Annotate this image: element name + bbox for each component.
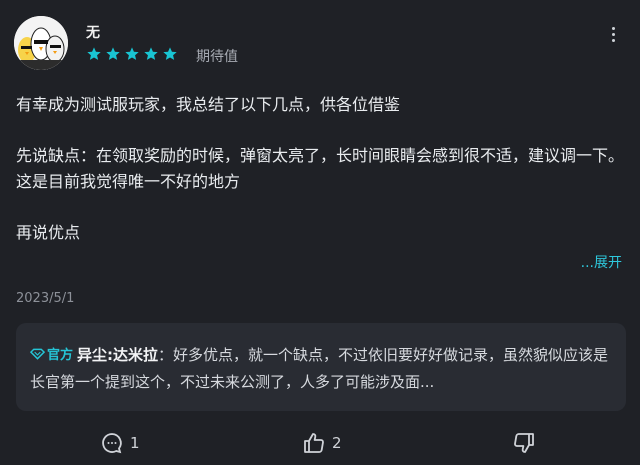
reply-separator: ： <box>158 346 174 364</box>
thumbs-up-icon <box>304 433 324 453</box>
official-reply-body: 官方 异尘:达米拉：好多优点，就一个缺点，不过依旧要好好做记录，虽然貌似应该是长官… <box>29 342 610 396</box>
rating-stars <box>86 46 178 62</box>
dislike-button[interactable] <box>512 431 536 455</box>
official-badge: 官方 <box>29 342 74 369</box>
like-button[interactable]: 2 <box>302 431 342 455</box>
thumbs-down-icon <box>514 433 534 453</box>
comment-button[interactable]: 1 <box>100 431 140 455</box>
expand-link[interactable]: ...展开 <box>581 252 622 272</box>
review-paragraph: 有幸成为测试服玩家，我总结了以下几点，供各位借鉴 <box>16 95 401 114</box>
username[interactable]: 无 <box>86 22 100 42</box>
avatar[interactable] <box>14 16 68 70</box>
star-icon <box>87 47 101 60</box>
review-paragraph: 先说缺点：在领取奖励的时候，弹窗太亮了，长时间眼睛会感到很不适，建议调一下。这是… <box>16 146 625 191</box>
like-count: 2 <box>332 434 342 452</box>
star-icon <box>163 47 177 60</box>
comment-count: 1 <box>130 434 140 452</box>
review-paragraph: 再说优点 <box>16 223 81 242</box>
more-icon[interactable] <box>608 24 618 44</box>
official-reply[interactable]: 官方 异尘:达米拉：好多优点，就一个缺点，不过依旧要好好做记录，虽然貌似应该是长官… <box>16 323 626 411</box>
rating-label: 期待值 <box>196 49 238 65</box>
review-date: 2023/5/1 <box>16 291 75 306</box>
official-badge-label: 官方 <box>47 348 74 363</box>
star-icon <box>125 47 139 60</box>
star-icon <box>106 47 120 60</box>
review-header: 无 期待值 <box>14 16 626 76</box>
review-content: 有幸成为测试服玩家，我总结了以下几点，供各位借鉴 先说缺点：在领取奖励的时候，弹… <box>16 92 624 246</box>
official-badge-icon <box>29 348 46 360</box>
reply-author[interactable]: 异尘:达米拉 <box>77 346 158 364</box>
action-bar: 1 2 <box>0 425 640 465</box>
star-icon <box>144 47 158 60</box>
comment-icon <box>102 433 122 454</box>
